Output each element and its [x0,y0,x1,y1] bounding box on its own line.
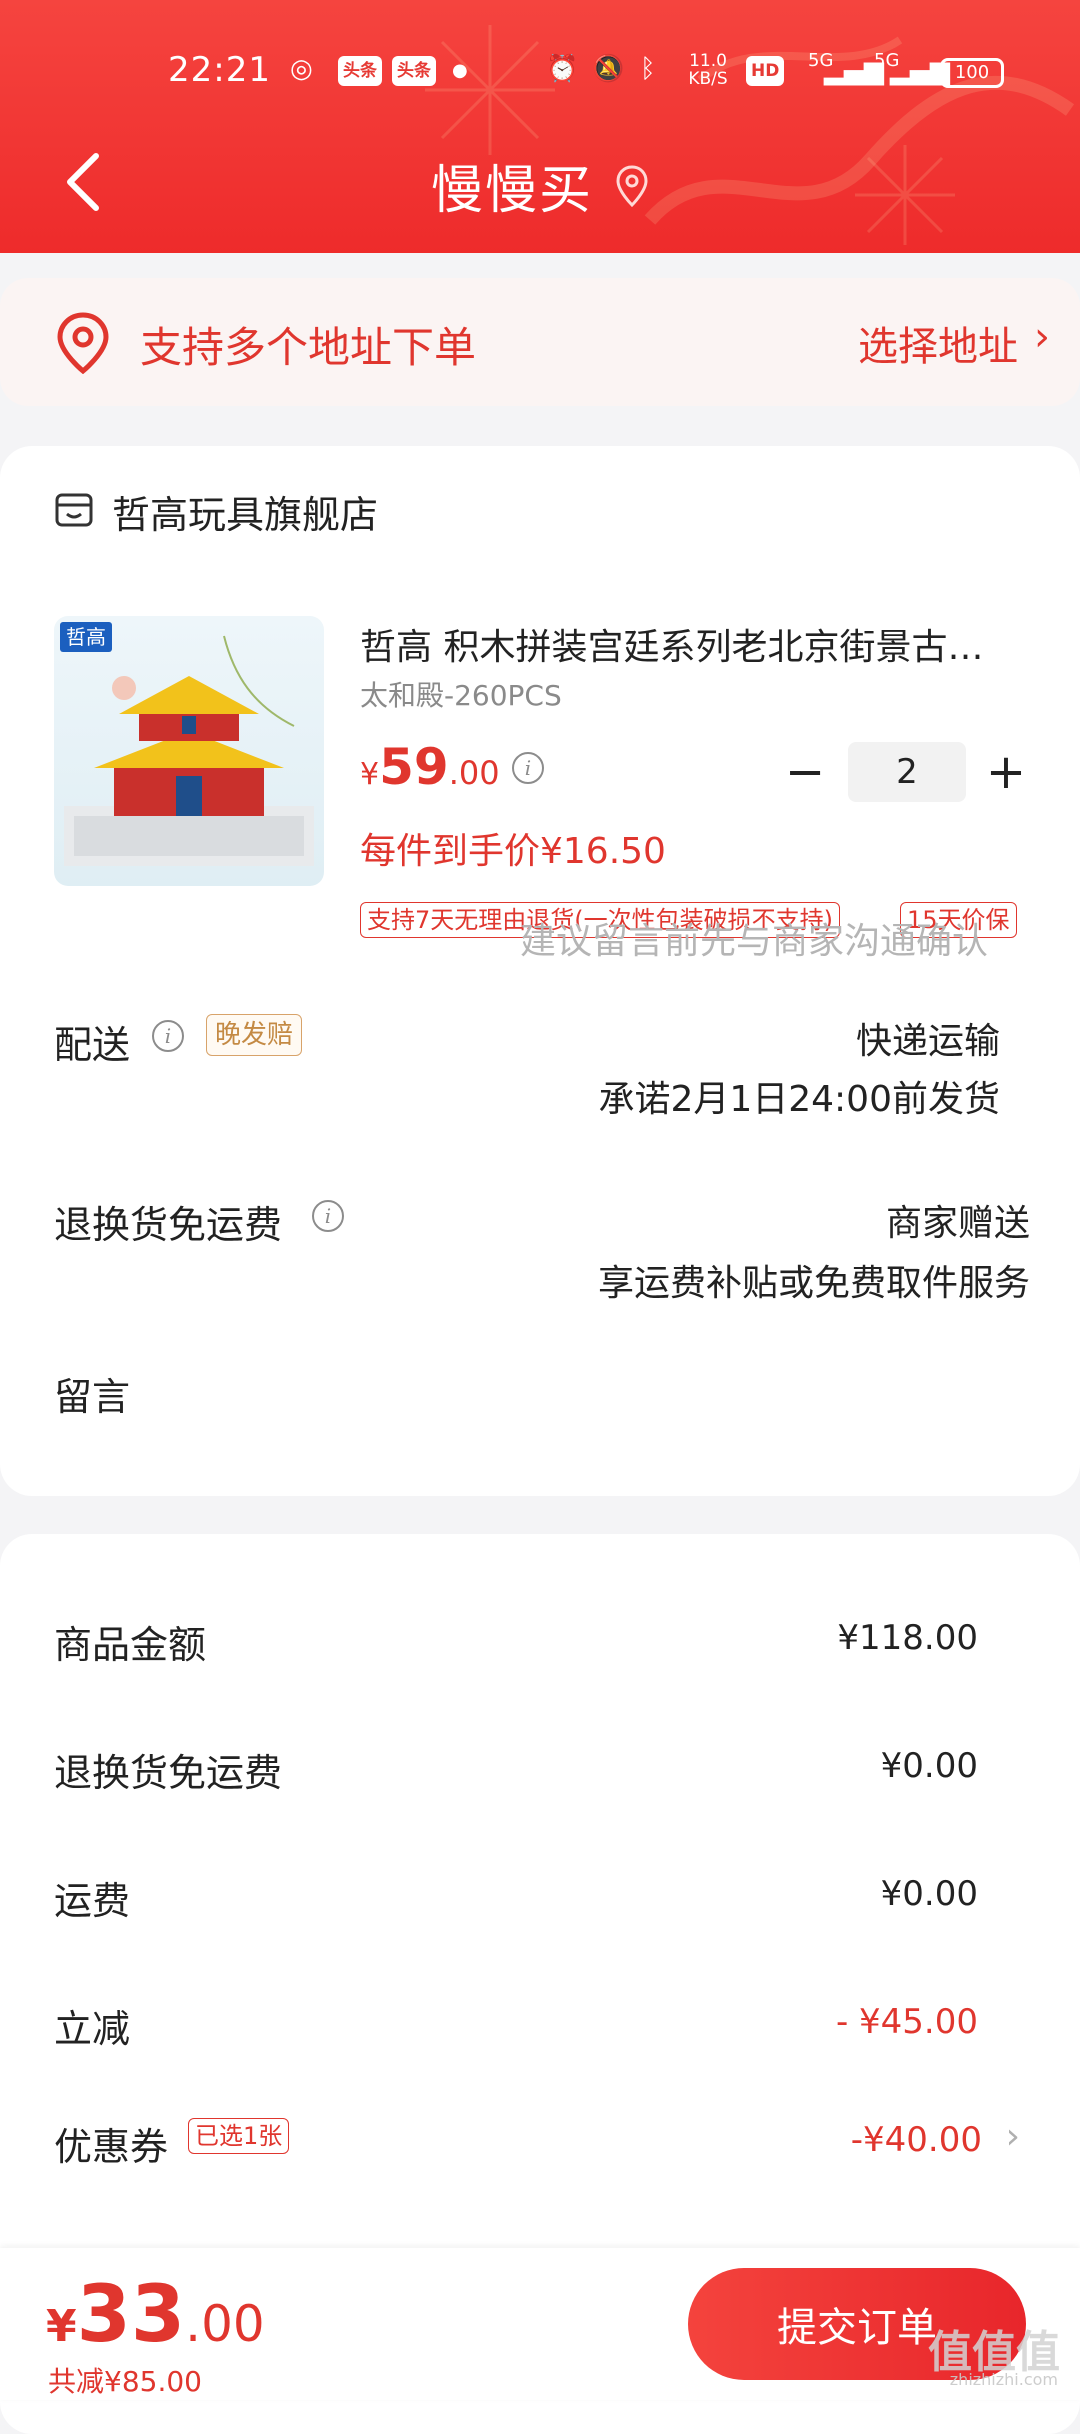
summary-value-coupon[interactable]: -¥40.00 [851,2120,982,2160]
battery-icon: 100 [940,58,1004,88]
chevron-right-icon[interactable]: › [1006,2116,1020,2157]
price-decimal: .00 [448,754,500,792]
net-speed: 11.0 KB/S [688,51,728,89]
summary-label-discount: 立减 [54,2007,131,2051]
unit-price: 每件到手价¥16.50 [360,831,666,872]
summary-label-coupon[interactable]: 优惠券 [54,2116,168,2171]
product-title[interactable]: 哲高 积木拼装宫廷系列老北京街景古… [360,618,1032,670]
mute-icon: 🔕 [592,54,625,84]
hd-icon: HD [746,56,785,86]
watermark-url: zhizhizhi.com [949,2370,1058,2389]
page-title: 慢慢买 [430,161,593,221]
return-shipping-value: 商家赠送 [885,1203,1030,1244]
info-icon[interactable]: i [312,1200,344,1232]
return-shipping-label: 退换货免运费 [54,1203,283,1247]
dot-icon: ● [452,60,468,81]
location-pin-icon [57,312,109,374]
total-decimal: .00 [185,2295,265,2353]
coupon-selected-tag[interactable]: 已选1张 [188,2118,290,2154]
total-currency: ¥ [46,2301,77,2352]
delivery-promise: 承诺2月1日24:00前发货 [598,1079,1000,1120]
total-saved: 共减¥85.00 [48,2365,202,2398]
quantity-decrease-button[interactable]: − [785,742,825,802]
return-shipping-desc: 享运费补贴或免费取件服务 [597,1263,1030,1304]
summary-label-shipping: 运费 [54,1879,131,1923]
order-item-card: 哲高玩具旗舰店 哲高 哲高 积木拼装宫廷系列老北京街景古… 太和殿-260PCS… [0,446,1080,1496]
message-label: 留言 [54,1375,131,1419]
status-bar: 22:21 ◎ 头条 头条 ● ⏰ 🔕 ᛒ 11.0 KB/S HD 5G ▂▄… [0,0,1080,140]
shop-name[interactable]: 哲高玩具旗舰店 [112,484,378,539]
summary-value-goods: ¥118.00 [837,1618,978,1658]
brand-logo: 哲高 [60,622,112,652]
total-integer: 33 [76,2270,186,2360]
chevron-right-icon: › [1034,314,1050,360]
info-icon[interactable]: i [152,1020,184,1052]
page-title-bar: 慢慢买 [0,148,1080,223]
netease-icon: ◎ [290,54,313,84]
summary-value-discount: - ¥45.00 [835,2002,978,2042]
checkout-bar: ¥33.00 共减¥85.00 提交订单 [0,2248,1080,2400]
app-badge-icon: 头条 [392,56,436,86]
delivery-label: 配送 [54,1023,131,1067]
shop-icon [55,493,93,527]
product-image[interactable]: 哲高 [54,616,324,886]
product-sku[interactable]: 太和殿-260PCS [360,674,562,714]
address-bar[interactable]: 支持多个地址下单 选择地址 › [0,278,1080,406]
location-pin-icon[interactable] [615,164,649,207]
palace-illustration [64,635,314,866]
select-address-button[interactable]: 选择地址 [858,314,1018,372]
summary-value-return: ¥0.00 [880,1746,978,1786]
quantity-value[interactable]: 2 [848,742,966,802]
address-label: 支持多个地址下单 [140,323,477,372]
late-delivery-tag: 晚发赔 [206,1014,303,1056]
price-integer: 59 [379,738,449,796]
quantity-increase-button[interactable]: + [984,742,1028,802]
summary-value-shipping: ¥0.00 [880,1874,978,1914]
status-time: 22:21 [168,50,271,90]
total-price: ¥33.00 [46,2270,265,2360]
price-currency: ¥ [360,757,380,792]
info-icon[interactable]: i [512,752,544,784]
app-badge-icon: 头条 [338,56,382,86]
alarm-icon: ⏰ [546,54,579,84]
delivery-method: 快递运输 [855,1021,1000,1062]
summary-label-goods: 商品金额 [54,1623,207,1667]
header: 22:21 ◎ 头条 头条 ● ⏰ 🔕 ᛒ 11.0 KB/S HD 5G ▂▄… [0,0,1080,253]
summary-label-return: 退换货免运费 [54,1751,283,1795]
product-price: ¥59.00 [360,738,500,796]
message-input[interactable] [426,920,990,963]
bluetooth-icon: ᛒ [640,54,656,84]
